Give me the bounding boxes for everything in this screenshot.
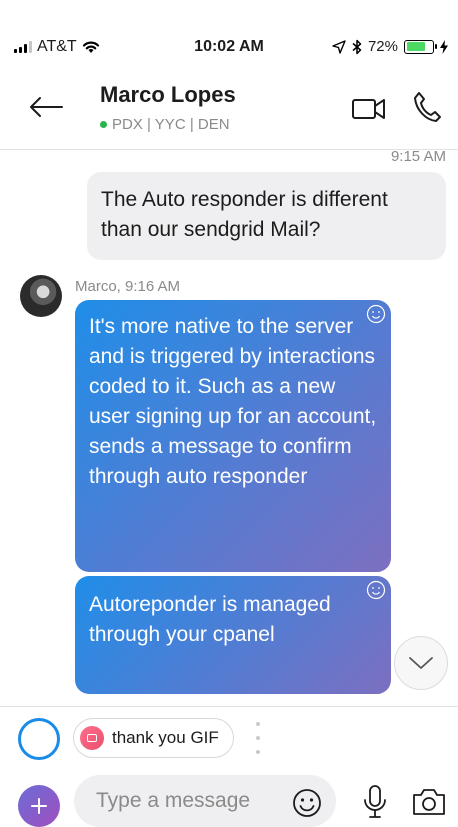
back-button[interactable] [28,92,64,122]
battery-fill [406,42,425,51]
avatar[interactable] [20,275,62,317]
smiley-icon[interactable] [366,304,386,324]
online-dot [100,121,107,128]
contact-status: PDX | YYC | DEN [100,116,230,133]
camera-icon [413,789,445,815]
status-bar: AT&T 10:02 AM 72% [0,0,458,55]
location-icon [332,39,346,54]
received-message[interactable]: Autoreponder is managed through your cpa… [75,576,391,694]
charging-icon [440,39,448,54]
video-call-button[interactable] [350,94,390,124]
status-ring[interactable] [18,718,60,760]
emoji-button[interactable] [291,787,323,819]
arrow-left-icon [30,97,63,117]
smiley-icon[interactable] [366,580,386,600]
contact-name[interactable]: Marco Lopes [100,82,236,108]
add-content-button[interactable] [18,785,60,827]
more-options-button[interactable] [253,722,263,754]
microphone-icon [364,785,386,818]
video-camera-icon [352,99,385,119]
suggestion-chip[interactable]: thank you GIF [73,718,234,758]
audio-call-button[interactable] [412,90,442,124]
scroll-to-bottom-button[interactable] [394,636,448,690]
chat-header: Marco Lopes PDX | YYC | DEN [0,70,458,150]
sent-message[interactable]: The Auto responder is different than our… [87,172,446,260]
camera-button[interactable] [411,786,447,818]
microphone-button[interactable] [362,784,388,820]
battery-icon [404,39,437,54]
divider [0,706,458,707]
battery-percent: 72% [367,38,398,55]
message-timestamp: 9:15 AM [390,148,446,165]
emoji-icon [293,789,321,817]
phone-icon [414,92,441,122]
bluetooth-icon [352,39,362,55]
received-message-text: Autoreponder is managed through your cpa… [89,593,331,646]
contact-location: PDX | YYC | DEN [112,116,230,133]
status-right: 72% [332,38,448,55]
chevron-down-icon [409,657,433,669]
suggestion-chip-label: thank you GIF [112,728,219,747]
received-message[interactable]: It's more native to the server and is tr… [75,300,391,572]
sender-line: Marco, 9:16 AM [75,278,181,295]
received-message-text: It's more native to the server and is tr… [89,315,377,488]
plus-icon [31,798,47,814]
gif-icon [80,726,104,750]
